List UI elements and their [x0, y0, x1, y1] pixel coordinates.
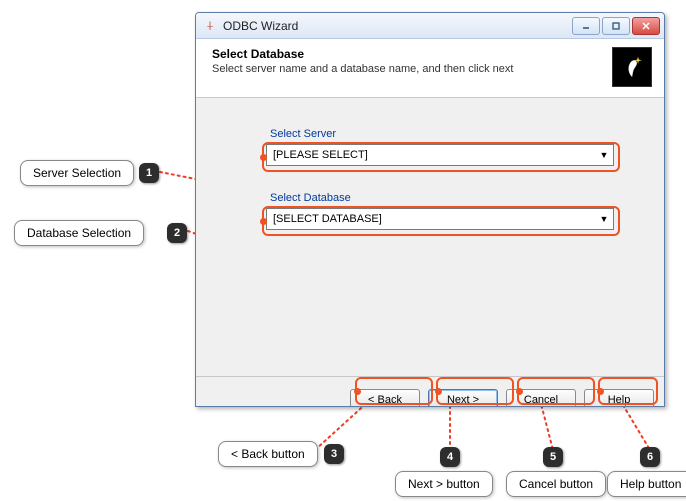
next-button-label: Next >: [447, 394, 479, 406]
callout-number-badge: 2: [167, 223, 187, 243]
annotation-dot: [435, 388, 442, 395]
annotation-dot: [597, 388, 604, 395]
database-select-value: [SELECT DATABASE]: [273, 213, 599, 225]
wizard-header: Select Database Select server name and a…: [196, 39, 664, 98]
database-field-block: Select Database [SELECT DATABASE] ▼: [266, 192, 634, 230]
help-button-label: Help: [608, 394, 631, 406]
callout-next-button: Next > button: [395, 471, 493, 497]
server-select[interactable]: [PLEASE SELECT] ▼: [266, 144, 614, 166]
callout-help-button: Help button: [607, 471, 686, 497]
server-label: Select Server: [270, 128, 634, 140]
callout-server-selection: Server Selection: [20, 160, 134, 186]
minimize-button[interactable]: [572, 17, 600, 35]
chevron-down-icon: ▼: [599, 214, 609, 224]
callout-cancel-button: Cancel button: [506, 471, 606, 497]
annotation-dot: [516, 388, 523, 395]
database-select[interactable]: [SELECT DATABASE] ▼: [266, 208, 614, 230]
page-subtitle: Select server name and a database name, …: [212, 63, 612, 75]
callout-number-badge: 6: [640, 447, 660, 467]
wizard-body: Select Server [PLEASE SELECT] ▼ Select D…: [196, 98, 664, 376]
app-icon: ⍭: [202, 18, 218, 34]
titlebar[interactable]: ⍭ ODBC Wizard: [196, 13, 664, 39]
back-button-label: < Back: [368, 394, 402, 406]
callout-label: < Back button: [231, 447, 305, 461]
database-label: Select Database: [270, 192, 634, 204]
callout-label: Database Selection: [27, 226, 131, 240]
annotated-screenshot: ⍭ ODBC Wizard Select Database Select ser…: [0, 0, 686, 501]
odbc-wizard-window: ⍭ ODBC Wizard Select Database Select ser…: [195, 12, 665, 407]
maximize-button[interactable]: [602, 17, 630, 35]
window-title: ODBC Wizard: [223, 19, 572, 33]
server-field-block: Select Server [PLEASE SELECT] ▼: [266, 128, 634, 166]
help-button[interactable]: Help: [584, 389, 654, 408]
callout-label: Next > button: [408, 477, 480, 491]
page-title: Select Database: [212, 47, 612, 61]
cancel-button-label: Cancel: [524, 394, 558, 406]
callout-number-badge: 3: [324, 444, 344, 464]
chevron-down-icon: ▼: [599, 150, 609, 160]
server-select-value: [PLEASE SELECT]: [273, 149, 599, 161]
annotation-dot: [260, 218, 267, 225]
callout-back-button: < Back button: [218, 441, 318, 467]
callout-number-badge: 1: [139, 163, 159, 183]
wizard-footer: < Back Next > Cancel Help: [196, 376, 664, 407]
callout-number-badge: 4: [440, 447, 460, 467]
wizard-icon: [612, 47, 652, 87]
annotation-dot: [354, 388, 361, 395]
callout-number-badge: 5: [543, 447, 563, 467]
callout-label: Help button: [620, 477, 681, 491]
annotation-dot: [260, 154, 267, 161]
window-controls: [572, 17, 660, 35]
callout-database-selection: Database Selection: [14, 220, 144, 246]
callout-label: Cancel button: [519, 477, 593, 491]
callout-label: Server Selection: [33, 166, 121, 180]
close-button[interactable]: [632, 17, 660, 35]
